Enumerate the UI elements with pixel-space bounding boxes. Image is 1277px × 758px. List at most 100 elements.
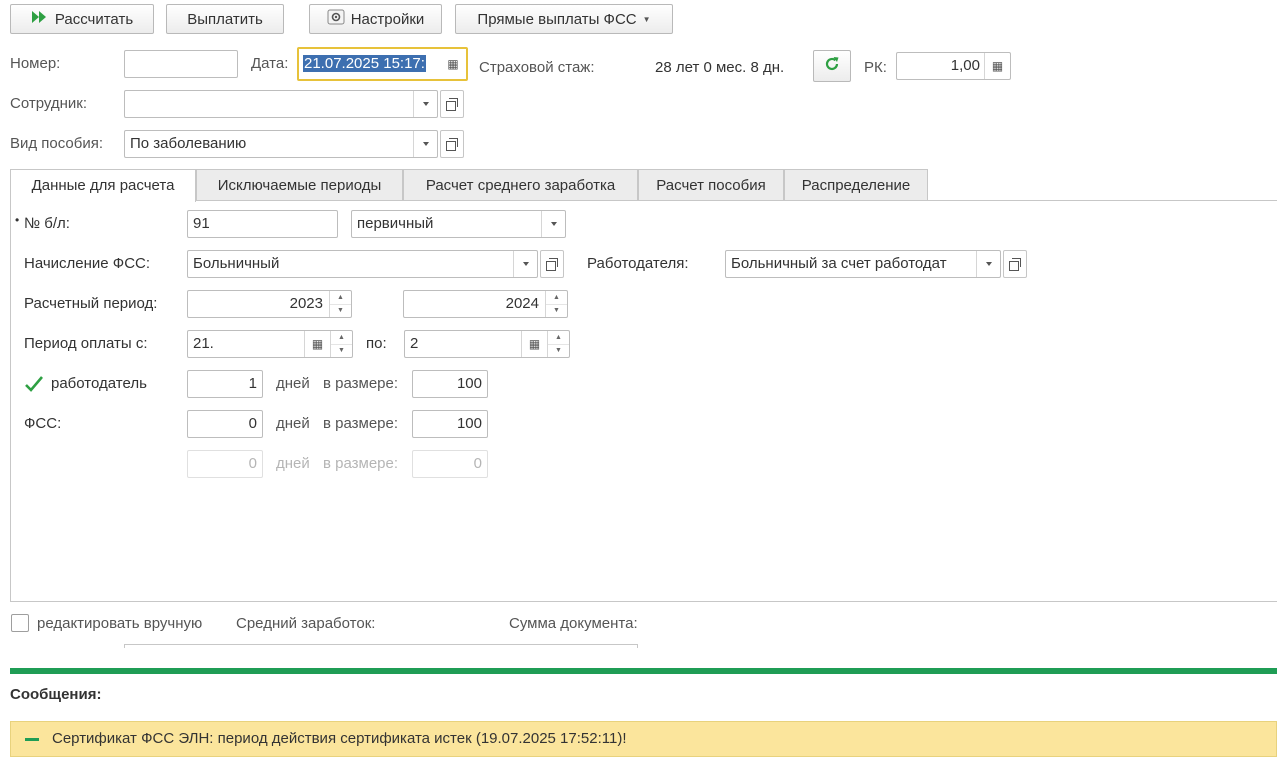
chevron-down-icon: ▼ bbox=[642, 14, 651, 24]
calendar-icon[interactable]: ▦ bbox=[521, 331, 547, 357]
employee-field[interactable] bbox=[124, 90, 438, 118]
open-icon bbox=[1009, 258, 1021, 271]
employer-open-button[interactable] bbox=[1003, 250, 1027, 278]
tab-excluded-periods[interactable]: Исключаемые периоды bbox=[196, 169, 403, 201]
number-field[interactable] bbox=[124, 50, 238, 78]
employer-days-field[interactable]: 1 bbox=[187, 370, 263, 398]
open-icon bbox=[446, 98, 458, 111]
direct-payments-button[interactable]: Прямые выплаты ФСС ▼ bbox=[455, 4, 673, 34]
rk-value: 1,00 bbox=[950, 57, 980, 74]
date-field[interactable]: 21.07.2025 15:17: ▦ bbox=[297, 47, 468, 81]
tab-avg-earnings[interactable]: Расчет среднего заработка bbox=[403, 169, 638, 201]
fss-accrual-dropdown-icon[interactable] bbox=[513, 251, 537, 277]
tab-benefit-calc[interactable]: Расчет пособия bbox=[638, 169, 784, 201]
partial-field-edge bbox=[124, 644, 638, 648]
open-icon bbox=[446, 138, 458, 151]
employer-checkbox-label: работодатель bbox=[51, 375, 147, 392]
extra-days-label: дней bbox=[276, 455, 310, 472]
refresh-button[interactable] bbox=[813, 50, 851, 82]
employee-open-button[interactable] bbox=[440, 90, 464, 118]
fss-accrual-value: Больничный bbox=[193, 255, 280, 272]
date-value: 21.07.2025 15:17: bbox=[303, 55, 426, 72]
pay-period-to-label: по: bbox=[366, 335, 387, 352]
pay-period-label: Период оплаты с: bbox=[24, 335, 148, 352]
pay-button[interactable]: Выплатить bbox=[166, 4, 284, 34]
direct-payments-label: Прямые выплаты ФСС bbox=[477, 10, 637, 28]
insurance-value: 28 лет 0 мес. 8 дн. bbox=[655, 59, 785, 76]
calculator-icon[interactable]: ▦ bbox=[984, 53, 1010, 79]
employee-label: Сотрудник: bbox=[10, 95, 88, 112]
fss-amount-label: в размере: bbox=[323, 415, 399, 432]
pay-period-from-spinner[interactable]: ▲ ▼ bbox=[330, 331, 352, 357]
gear-icon bbox=[327, 9, 345, 29]
fss-accrual-label: Начисление ФСС: bbox=[24, 255, 151, 272]
splitter-bar[interactable] bbox=[10, 668, 1277, 674]
rk-label: РК: bbox=[864, 59, 887, 76]
message-text: Сертификат ФСС ЭЛН: период действия серт… bbox=[52, 730, 627, 747]
settings-button[interactable]: Настройки bbox=[309, 4, 442, 34]
calendar-icon[interactable]: ▦ bbox=[304, 331, 330, 357]
manual-edit-checkbox[interactable] bbox=[11, 614, 29, 632]
checkmark-icon bbox=[25, 376, 43, 392]
calc-period-from-spinner[interactable]: ▲ ▼ bbox=[329, 291, 351, 317]
calc-period-to-spinner[interactable]: ▲ ▼ bbox=[545, 291, 567, 317]
sick-leave-number-field[interactable]: 91 bbox=[187, 210, 338, 238]
avg-earnings-label: Средний заработок: bbox=[236, 615, 376, 632]
calc-period-from-field[interactable]: 2023 ▲ ▼ bbox=[187, 290, 352, 318]
pay-period-from-field[interactable]: 21. ▦ ▲ ▼ bbox=[187, 330, 353, 358]
number-label: Номер: bbox=[10, 55, 61, 72]
tab-distribution[interactable]: Распределение bbox=[784, 169, 928, 201]
calc-period-to-field[interactable]: 2024 ▲ ▼ bbox=[403, 290, 568, 318]
fss-amount-field[interactable]: 100 bbox=[412, 410, 488, 438]
calc-period-to-value: 2024 bbox=[505, 295, 539, 312]
date-label: Дата: bbox=[251, 55, 289, 72]
calc-period-from-value: 2023 bbox=[289, 295, 323, 312]
rk-field[interactable]: 1,00 ▦ bbox=[896, 52, 1011, 80]
benefit-type-value: По заболеванию bbox=[130, 135, 247, 152]
doc-sum-label: Сумма документа: bbox=[509, 615, 638, 632]
message-item[interactable]: Сертификат ФСС ЭЛН: период действия серт… bbox=[10, 721, 1277, 757]
employer-field[interactable]: Больничный за счет работодат bbox=[725, 250, 1001, 278]
employer-amount-label: в размере: bbox=[323, 375, 399, 392]
employer-dropdown-icon[interactable] bbox=[976, 251, 1000, 277]
calculate-button-label: Рассчитать bbox=[54, 10, 134, 28]
employer-label: Работодателя: bbox=[587, 255, 689, 272]
pay-period-to-value: 2 bbox=[410, 335, 419, 352]
manual-edit-label: редактировать вручную bbox=[37, 615, 203, 632]
insurance-label: Страховой стаж: bbox=[479, 59, 595, 76]
pay-period-to-field[interactable]: 2 ▦ ▲ ▼ bbox=[404, 330, 570, 358]
calendar-icon[interactable]: ▦ bbox=[440, 49, 466, 79]
employer-amount-field[interactable]: 100 bbox=[412, 370, 488, 398]
employer-checkbox[interactable] bbox=[24, 374, 43, 392]
benefit-type-label: Вид пособия: bbox=[10, 135, 104, 152]
sick-leave-label: № б/л: bbox=[24, 215, 70, 232]
fss-accrual-open-button[interactable] bbox=[540, 250, 564, 278]
benefit-type-dropdown-icon[interactable] bbox=[413, 131, 437, 157]
sick-leave-type-value: первичный bbox=[357, 215, 434, 232]
refresh-icon bbox=[823, 55, 841, 77]
employer-value: Больничный за счет работодат bbox=[731, 255, 947, 272]
extra-amount-label: в размере: bbox=[323, 455, 399, 472]
fss-label: ФСС: bbox=[24, 415, 62, 432]
pay-button-label: Выплатить bbox=[187, 10, 263, 28]
benefit-type-open-button[interactable] bbox=[440, 130, 464, 158]
messages-title: Сообщения: bbox=[10, 686, 102, 703]
required-marker: • bbox=[15, 213, 20, 227]
collapse-icon[interactable] bbox=[25, 738, 39, 741]
sick-leave-type-field[interactable]: первичный bbox=[351, 210, 566, 238]
open-icon bbox=[546, 258, 558, 271]
fss-days-field[interactable]: 0 bbox=[187, 410, 263, 438]
extra-days-field: 0 bbox=[187, 450, 263, 478]
fss-accrual-field[interactable]: Больничный bbox=[187, 250, 538, 278]
run-icon bbox=[31, 10, 49, 28]
fss-days-label: дней bbox=[276, 415, 310, 432]
tab-calc-data[interactable]: Данные для расчета bbox=[10, 169, 196, 202]
sick-leave-type-dropdown-icon[interactable] bbox=[541, 211, 565, 237]
calculate-button[interactable]: Рассчитать bbox=[10, 4, 154, 34]
employer-days-label: дней bbox=[276, 375, 310, 392]
benefit-type-field[interactable]: По заболеванию bbox=[124, 130, 438, 158]
employee-dropdown-icon[interactable] bbox=[413, 91, 437, 117]
pay-period-to-spinner[interactable]: ▲ ▼ bbox=[547, 331, 569, 357]
pay-period-from-value: 21. bbox=[193, 335, 214, 352]
calc-period-label: Расчетный период: bbox=[24, 295, 158, 312]
